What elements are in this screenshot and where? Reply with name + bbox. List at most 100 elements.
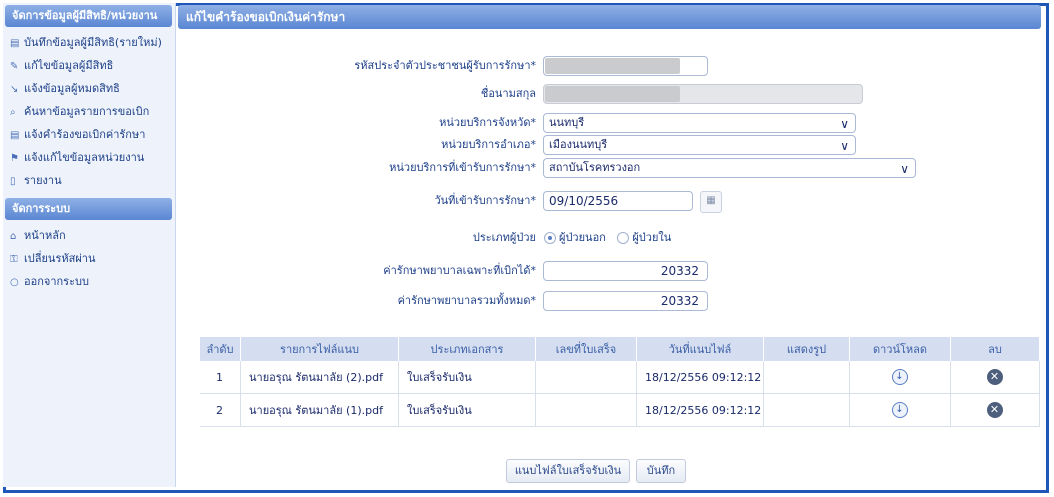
outpatient-radio[interactable]: [544, 232, 556, 244]
date-value: 09/10/2556: [549, 194, 619, 208]
sidebar-item-label: บันทึกข้อมูลผู้มีสิทธิ(รายใหม่): [24, 36, 162, 49]
total-row: ค่ารักษาพยาบาลรวมทั้งหมด*: [176, 290, 536, 312]
row-number: 2: [200, 393, 241, 427]
sidebar-item-add-beneficiary[interactable]: ▤ บันทึกข้อมูลผู้มีสิทธิ(รายใหม่): [3, 31, 175, 54]
sidebar-item-label: เปลี่ยนรหัสผ่าน: [24, 252, 96, 265]
district-row: หน่วยบริการอำเภอ*: [176, 134, 536, 156]
date-row: วันที่เข้ารับการรักษา*: [176, 190, 536, 212]
sidebar-section-title: จัดการข้อมูลผู้มีสิทธิ/หน่วยงาน: [5, 5, 172, 27]
col-header: ลบ: [950, 337, 1040, 361]
calendar-icon[interactable]: ▦: [700, 191, 722, 213]
download-icon[interactable]: ↓: [891, 402, 908, 418]
patient-type-row: ประเภทผู้ป่วย: [176, 227, 536, 249]
redacted-value: [545, 58, 680, 74]
sidebar-item-label: ค้นหาข้อมูลรายการขอเบิก: [24, 105, 150, 118]
inpatient-label: ผู้ป่วยใน: [632, 231, 672, 244]
delete-cell: ✕: [950, 361, 1040, 394]
logout-icon: ○: [10, 277, 19, 288]
row-number: 1: [200, 361, 241, 394]
download-icon[interactable]: ↓: [891, 369, 908, 385]
col-header: รายการไฟล์แนบ: [240, 337, 399, 361]
delete-cell: ✕: [950, 393, 1040, 427]
sidebar-item-label: หน้าหลัก: [24, 229, 66, 242]
col-header: ประเภทเอกสาร: [398, 337, 536, 361]
total-input[interactable]: 20332: [543, 291, 708, 311]
sidebar-item-home[interactable]: ⌂ หน้าหลัก: [3, 224, 175, 247]
sidebar-item-reports[interactable]: ▯ รายงาน: [3, 169, 175, 192]
sidebar-item-logout[interactable]: ○ ออกจากระบบ: [3, 270, 175, 293]
delete-icon[interactable]: ✕: [986, 369, 1003, 385]
download-cell: ↓: [849, 393, 951, 427]
date-label: วันที่เข้ารับการรักษา*: [434, 194, 536, 207]
preview-cell: [763, 393, 850, 427]
province-label: หน่วยบริการจังหวัด*: [439, 116, 536, 129]
date-input[interactable]: 09/10/2556: [543, 191, 693, 211]
patient-type-radios: ผู้ป่วยนอก ผู้ป่วยใน: [544, 227, 679, 249]
col-header: ลำดับ: [200, 337, 241, 361]
save-button[interactable]: บันทึก: [636, 459, 686, 483]
sidebar-section-title: จัดการระบบ: [5, 198, 172, 220]
sidebar-item-label: แจ้งคำร้องขอเบิกค่ารักษา: [24, 128, 146, 141]
form-icon: ▤: [10, 130, 20, 141]
district-select[interactable]: เมืองนนทบุรี ∨: [543, 135, 856, 155]
col-header: เลขที่ใบเสร็จ: [535, 337, 637, 361]
file-name: นายอรุณ รัตนมาลัย (2).pdf: [240, 361, 399, 394]
flag-icon: ⚑: [10, 153, 19, 164]
total-label: ค่ารักษาพยาบาลรวมทั้งหมด*: [397, 294, 536, 307]
table-header-row: ลำดับ รายการไฟล์แนบ ประเภทเอกสาร เลขที่ใ…: [200, 337, 1040, 361]
patient-type-label: ประเภทผู้ป่วย: [472, 231, 536, 244]
hospital-value: สถาบันโรคทรวงอก: [549, 161, 641, 174]
claimable-input[interactable]: 20332: [543, 261, 708, 281]
name-label: ชื่อนามสกุล: [480, 87, 536, 100]
col-header: แสดงรูป: [763, 337, 850, 361]
redacted-value: [545, 86, 680, 102]
hospital-select[interactable]: สถาบันโรคทรวงอก ∨: [543, 158, 916, 178]
district-label: หน่วยบริการอำเภอ*: [441, 138, 536, 151]
id-row: รหัสประจำตัวประชาชนผู้รับการรักษา*: [176, 55, 536, 77]
chevron-down-icon: ∨: [840, 139, 849, 153]
document-icon: ▯: [10, 176, 16, 187]
delete-icon[interactable]: ✕: [986, 402, 1003, 418]
sidebar-item-label: ออกจากระบบ: [24, 275, 89, 288]
home-icon: ⌂: [10, 231, 17, 242]
download-cell: ↓: [849, 361, 951, 394]
chevron-down-icon: ∨: [900, 162, 909, 176]
attach-receipt-button[interactable]: แนบไฟล์ใบเสร็จรับเงิน: [506, 459, 630, 483]
preview-cell: [763, 361, 850, 394]
doc-type: ใบเสร็จรับเงิน: [398, 361, 536, 394]
id-label: รหัสประจำตัวประชาชนผู้รับการรักษา*: [354, 59, 536, 72]
arrow-icon: ↘: [10, 84, 19, 95]
sidebar-item-report-ineligible[interactable]: ↘ แจ้งข้อมูลผู้หมดสิทธิ: [3, 77, 175, 100]
hospital-label: หน่วยบริการที่เข้ารับการรักษา*: [389, 161, 536, 174]
outpatient-label: ผู้ป่วยนอก: [559, 231, 606, 244]
sidebar-item-edit-organization[interactable]: ⚑ แจ้งแก้ไขข้อมูลหน่วยงาน: [3, 146, 175, 169]
chevron-down-icon: ∨: [840, 117, 849, 131]
sidebar-item-label: แจ้งข้อมูลผู้หมดสิทธิ: [24, 82, 120, 95]
inpatient-radio[interactable]: [617, 232, 630, 244]
doc-type: ใบเสร็จรับเงิน: [398, 393, 536, 427]
name-field: [543, 84, 863, 104]
sidebar-item-edit-beneficiary[interactable]: ✎ แก้ไขข้อมูลผู้มีสิทธิ: [3, 54, 175, 77]
sidebar-item-search-claims[interactable]: ⌕ ค้นหาข้อมูลรายการขอเบิก: [3, 100, 175, 123]
page-title: แก้ไขคำร้องขอเบิกเงินค่ารักษา: [178, 5, 1041, 29]
col-header: ดาวน์โหลด: [849, 337, 951, 361]
form-icon: ▤: [10, 38, 20, 49]
key-icon: ⚿: [10, 254, 18, 265]
receipt-number: [535, 361, 637, 394]
name-row: ชื่อนามสกุล: [176, 83, 536, 105]
attach-date: 18/12/2556 09:12:12: [636, 393, 764, 427]
edit-icon: ✎: [10, 61, 19, 72]
sidebar-item-label: แจ้งแก้ไขข้อมูลหน่วยงาน: [24, 151, 145, 164]
claimable-row: ค่ารักษาพยาบาลเฉพาะที่เบิกได้*: [176, 260, 536, 282]
search-icon: ⌕: [10, 107, 16, 118]
hospital-row: หน่วยบริการที่เข้ารับการรักษา*: [176, 157, 536, 179]
table-row: 1 นายอรุณ รัตนมาลัย (2).pdf ใบเสร็จรับเง…: [200, 361, 1040, 394]
col-header: วันที่แนบไฟล์: [636, 337, 764, 361]
province-select[interactable]: นนทบุรี ∨: [543, 113, 856, 133]
sidebar-item-submit-claim[interactable]: ▤ แจ้งคำร้องขอเบิกค่ารักษา: [3, 123, 175, 146]
id-input[interactable]: [543, 56, 708, 76]
sidebar-item-label: แก้ไขข้อมูลผู้มีสิทธิ: [24, 59, 114, 72]
province-row: หน่วยบริการจังหวัด*: [176, 112, 536, 134]
sidebar-item-change-password[interactable]: ⚿ เปลี่ยนรหัสผ่าน: [3, 247, 175, 270]
sidebar: จัดการข้อมูลผู้มีสิทธิ/หน่วยงาน ▤ บันทึกข…: [3, 3, 176, 487]
